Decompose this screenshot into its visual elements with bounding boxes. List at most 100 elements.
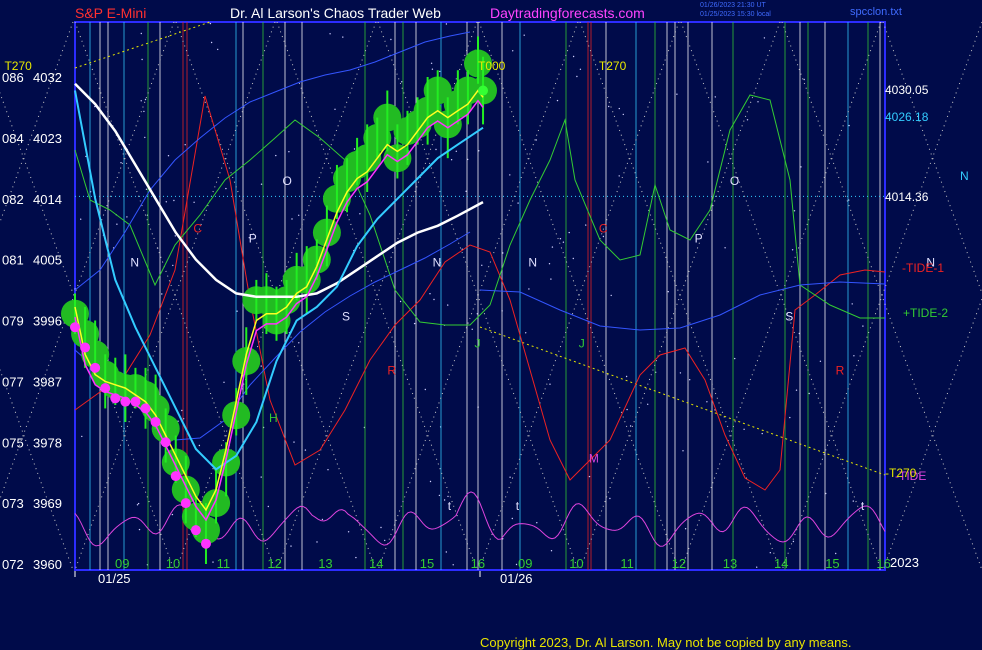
tide2-label: +TIDE-2 <box>903 306 948 320</box>
star-dot <box>559 238 562 240</box>
field-label: J <box>474 337 480 351</box>
y-tick-angle: 077 <box>2 374 24 389</box>
star-dot <box>455 150 457 152</box>
star-dot <box>528 288 530 290</box>
text-layer: T270T000T270OOCCPPNNNNSSRRJJJHMttt072396… <box>2 59 982 586</box>
data-file-name: spcclon.txt <box>850 6 902 18</box>
y-tick-angle: 073 <box>2 496 24 511</box>
star-dot <box>212 561 214 563</box>
site-link[interactable]: Daytradingforecasts.com <box>490 5 645 21</box>
star-dot <box>676 93 678 95</box>
star-dot <box>734 357 736 360</box>
star-dot <box>390 38 392 41</box>
y-tick-angle: 082 <box>2 192 24 207</box>
star-dot <box>761 432 763 435</box>
star-dot <box>298 214 300 216</box>
star-dot <box>862 325 864 327</box>
x-tick-hour-day1: 11 <box>217 556 231 571</box>
field-label: S <box>785 310 793 324</box>
star-dot <box>667 291 669 293</box>
star-dot <box>136 504 139 506</box>
star-dot <box>298 342 300 344</box>
star-dot <box>568 231 570 234</box>
lattice-line <box>882 21 982 295</box>
star-dot <box>647 403 649 405</box>
star-dot <box>535 139 537 141</box>
star-dot <box>629 425 632 427</box>
star-dot <box>450 159 453 161</box>
y-tick-angle: 072 <box>2 557 24 572</box>
x-tick-hour-day1: 12 <box>267 556 281 571</box>
star-dot <box>236 310 238 312</box>
star-dot <box>435 148 437 151</box>
y-tick-price: 3969 <box>33 496 62 511</box>
y-tick-price: 3987 <box>33 374 62 389</box>
x-date-day2: 01/26 <box>500 571 533 586</box>
star-dot <box>260 183 263 185</box>
x-tick-hour-day1: 10 <box>166 556 180 571</box>
star-dot <box>193 201 195 203</box>
star-dot <box>471 328 473 330</box>
star-dot <box>126 216 128 218</box>
cyan-average <box>74 90 484 471</box>
sell-marker <box>140 403 151 414</box>
timestamp-local: 01/25/2023 15:30 local <box>700 11 771 18</box>
field-label: t <box>516 499 520 513</box>
star-dot <box>572 257 574 260</box>
star-dot <box>433 298 435 301</box>
star-dot <box>355 556 357 559</box>
t270-line-upper <box>74 21 211 69</box>
star-dot <box>140 100 142 102</box>
sell-marker <box>70 322 80 333</box>
x-tick-hour-day1: 13 <box>318 556 332 571</box>
star-dot <box>144 136 146 139</box>
field-label: R <box>387 364 396 378</box>
star-dot <box>509 476 511 478</box>
star-dot <box>334 108 336 111</box>
star-dot <box>706 401 708 403</box>
lattice-line <box>0 368 74 571</box>
field-label: N <box>130 255 139 269</box>
star-dot <box>293 441 295 443</box>
star-dot <box>173 199 175 202</box>
field-label: O <box>283 174 292 188</box>
sell-marker <box>150 416 161 427</box>
chart-canvas: T270T000T270OOCCPPNNNNSSRRJJJHMttt072396… <box>0 21 982 586</box>
copyright-text: Copyright 2023, Dr. Al Larson. May not b… <box>480 635 852 650</box>
star-dot <box>525 332 527 334</box>
y-tick-price: 3996 <box>33 314 62 329</box>
star-dot <box>618 107 620 110</box>
last-price-marker <box>478 85 489 96</box>
tide1-label: -TIDE-1 <box>902 261 944 275</box>
x-tick-hour-day1: 09 <box>115 556 129 571</box>
star-dot <box>848 124 850 127</box>
star-dot <box>161 293 163 295</box>
star-dot <box>116 223 118 225</box>
star-dot <box>792 540 795 543</box>
y-tick-angle: 081 <box>2 253 24 268</box>
sell-marker <box>100 383 111 394</box>
star-dot <box>550 278 552 280</box>
y-tick-price: 3960 <box>33 557 62 572</box>
star-dot <box>384 539 386 542</box>
star-dot <box>429 480 432 483</box>
star-dot <box>562 241 565 243</box>
star-dot <box>137 502 140 505</box>
star-dot <box>795 389 798 391</box>
star-dot <box>144 98 147 101</box>
star-dot <box>579 68 582 71</box>
star-dot <box>625 375 628 378</box>
field-label: T000 <box>478 59 506 73</box>
star-dot <box>853 355 855 357</box>
star-dot <box>329 33 331 35</box>
star-dot <box>399 300 402 303</box>
star-dot <box>198 444 201 447</box>
star-dot <box>576 75 578 78</box>
star-dot <box>424 388 426 391</box>
x-tick-hour-day2: 13 <box>723 556 737 571</box>
star-dot <box>141 58 143 61</box>
field-label: M <box>589 452 599 466</box>
star-dot <box>321 518 324 521</box>
y-tick-angle: 075 <box>2 435 24 450</box>
star-dot <box>548 263 551 265</box>
